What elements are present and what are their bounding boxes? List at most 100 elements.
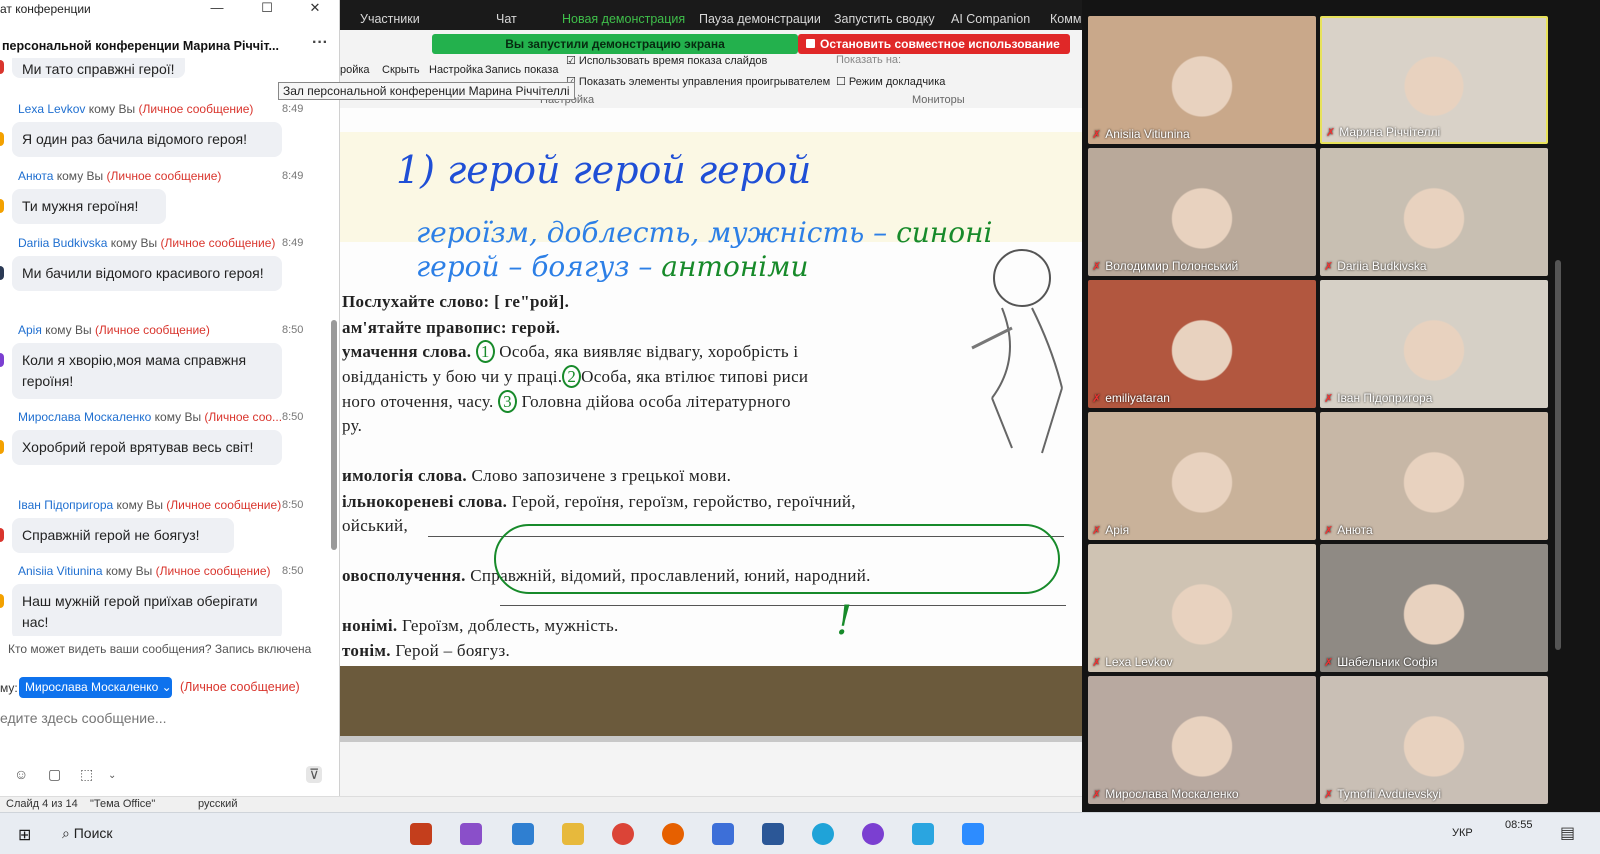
participant-video-tile[interactable]: ✗ Anisiia Vitiunina: [1088, 16, 1316, 144]
chevron-down-icon[interactable]: ⌄: [108, 770, 116, 781]
participant-video-tile[interactable]: ✗ Lexa Levkov: [1088, 544, 1316, 672]
sender-name[interactable]: Арія: [18, 323, 42, 337]
zoom-toolbar: Участники Чат Новая демонстрация Пауза д…: [340, 0, 1100, 30]
avatar: [0, 353, 4, 367]
muted-mic-icon: ✗: [1324, 393, 1334, 405]
sender-name[interactable]: Lexa Levkov: [18, 102, 85, 116]
chat-button[interactable]: Чат: [496, 12, 517, 26]
telegram-icon[interactable]: [912, 823, 934, 845]
message-header: Іван Підопригора кому Вы (Личное сообщен…: [18, 498, 281, 512]
participant-video-tile[interactable]: ✗ Шабельник Софія: [1320, 544, 1548, 672]
conference-header: персональной конференции Марина Річчіт..…: [0, 34, 340, 58]
stop-share-button[interactable]: Остановить совместное использование: [798, 34, 1070, 54]
setup-button[interactable]: Настройка: [429, 64, 483, 76]
avatar: [0, 440, 4, 454]
record-button[interactable]: Запись показа: [485, 64, 558, 76]
presenter-mode-checkbox[interactable]: ☐ Режим докладчика: [836, 75, 945, 88]
private-label: (Личное сообщение): [166, 498, 282, 512]
avatar: [0, 199, 4, 213]
message-list[interactable]: Ми тато справжні герої! Lexa Levkov кому…: [0, 58, 330, 636]
muted-mic-icon: ✗: [1324, 657, 1334, 669]
spelling-line: ам'ятайте правопис: герой.: [342, 318, 561, 337]
search-box[interactable]: ⌕ Поиск: [62, 825, 113, 842]
language-label[interactable]: русский: [198, 798, 237, 810]
participant-video-tile[interactable]: ✗ Володимир Полонський: [1088, 148, 1316, 276]
participant-video-tile[interactable]: ✗ emiliyataran: [1088, 280, 1316, 408]
sender-name[interactable]: Мирослава Москаленко: [18, 410, 151, 424]
tooltip: Зал персональной конференции Марина Річч…: [278, 82, 575, 100]
message-bubble: Справжній герой не боягуз!: [12, 518, 234, 553]
meaning-line-1: умачення слова. 1 Особа, яка виявляє від…: [342, 340, 799, 363]
etymology-line: имологія слова. Слово запозичене з грець…: [342, 466, 732, 485]
participant-name: ✗ Іван Підопригора: [1324, 391, 1433, 405]
sender-name[interactable]: Dariia Budkivska: [18, 236, 107, 250]
store-icon[interactable]: [512, 823, 534, 845]
participant-video-tile[interactable]: ✗ Мирослава Москаленко: [1088, 676, 1316, 804]
zoom-icon[interactable]: [962, 823, 984, 845]
app-icon[interactable]: [812, 823, 834, 845]
folder-icon[interactable]: [562, 823, 584, 845]
participant-video-tile[interactable]: ✗ Tymofii Avduievskyi: [1320, 676, 1548, 804]
notification-icon[interactable]: ▤: [1560, 823, 1575, 843]
muted-mic-icon: ✗: [1324, 525, 1334, 537]
chat-panel: ат конференции — ☐ ✕ персональной конфер…: [0, 0, 340, 812]
sender-name[interactable]: Anisiia Vitiunina: [18, 564, 103, 578]
message-text: Я один раз бачила відомого героя!: [22, 131, 247, 147]
firefox-icon[interactable]: [662, 823, 684, 845]
minimize-icon[interactable]: —: [206, 0, 228, 15]
maximize-icon[interactable]: ☐: [256, 0, 278, 16]
app-icon[interactable]: [460, 823, 482, 845]
ai-companion-button[interactable]: AI Companion: [951, 12, 1030, 26]
message-header: Арія кому Вы (Личное сообщение): [18, 323, 210, 337]
sender-name[interactable]: Іван Підопригора: [18, 498, 113, 512]
message-text: Коли я хворію,моя мама справжня героїня!: [22, 352, 247, 389]
sender-name[interactable]: Анюта: [18, 169, 53, 183]
message-time: 8:50: [282, 499, 304, 511]
chat-scrollbar[interactable]: [331, 320, 337, 550]
word-icon[interactable]: [762, 823, 784, 845]
screenshot-icon[interactable]: ⬚: [80, 766, 93, 783]
handwriting-line-1: 1) герой герой герой: [396, 148, 812, 192]
show-controls-checkbox[interactable]: ☑ Показать элементы управления проигрыва…: [566, 75, 830, 88]
use-timings-checkbox[interactable]: ☑ Использовать время показа слайдов: [566, 54, 767, 67]
muted-mic-icon: ✗: [1092, 657, 1102, 669]
recipient-dropdown[interactable]: Мирослава Москаленко ⌄: [19, 677, 172, 698]
app-icon[interactable]: [712, 823, 734, 845]
participant-video-tile[interactable]: ✗ Dariia Budkivska: [1320, 148, 1548, 276]
monitor-select[interactable]: Показать на:: [836, 54, 901, 66]
keyboard-language[interactable]: УКР: [1452, 827, 1473, 839]
participant-video-tile[interactable]: ✗ Арія: [1088, 412, 1316, 540]
hide-slide-button[interactable]: Скрыть: [382, 64, 420, 76]
pause-share-button[interactable]: Пауза демонстрации: [699, 12, 821, 26]
new-share-button[interactable]: Новая демонстрация: [562, 12, 685, 26]
chrome-icon[interactable]: [612, 823, 634, 845]
participants-button[interactable]: Участники: [360, 12, 420, 26]
gallery-scrollbar[interactable]: [1555, 260, 1561, 650]
comments-button[interactable]: Комм: [1050, 12, 1081, 26]
close-icon[interactable]: ✕: [304, 0, 326, 16]
recipient-label: кому Вы: [88, 102, 136, 116]
who-can-see-link[interactable]: Кто может видеть ваши сообщения? Запись …: [8, 642, 311, 656]
participant-video-tile[interactable]: ✗ Анюта: [1320, 412, 1548, 540]
video-gallery: ✗ Anisiia Vitiunina ✗ Марина Річчітеллі ✗ Вол…: [1082, 0, 1600, 812]
stop-icon: [806, 39, 815, 48]
summary-button[interactable]: Запустить сводку: [834, 12, 935, 26]
ribbon-item[interactable]: ройка: [340, 64, 370, 76]
participant-video-tile[interactable]: ✗ Марина Річчітеллі: [1320, 16, 1548, 144]
file-icon[interactable]: ▢: [48, 766, 61, 783]
participant-video-tile[interactable]: ✗ Іван Підопригора: [1320, 280, 1548, 408]
more-options-icon[interactable]: ···: [312, 34, 328, 52]
emoji-icon[interactable]: ☺: [14, 766, 28, 782]
message-input[interactable]: [0, 708, 330, 728]
taskbar: ⊞ ⌕ Поиск УКР 08:55 ▤: [0, 812, 1600, 854]
antonym-line: тонім. Герой – боягуз.: [342, 641, 511, 660]
windows-start-icon[interactable]: ⊞: [18, 825, 31, 845]
message-text: Ми бачили відомого красивого героя!: [22, 265, 264, 281]
conference-title: персональной конференции Марина Річчіт..…: [2, 39, 279, 53]
format-icon[interactable]: ⊽: [306, 766, 323, 783]
ppt-statusbar: Слайд 4 из 14 "Тема Office" русский: [0, 796, 1082, 812]
powerpoint-icon[interactable]: [410, 823, 432, 845]
message-time: 8:49: [282, 237, 304, 249]
viber-icon[interactable]: [862, 823, 884, 845]
clock[interactable]: 08:55: [1505, 819, 1533, 831]
